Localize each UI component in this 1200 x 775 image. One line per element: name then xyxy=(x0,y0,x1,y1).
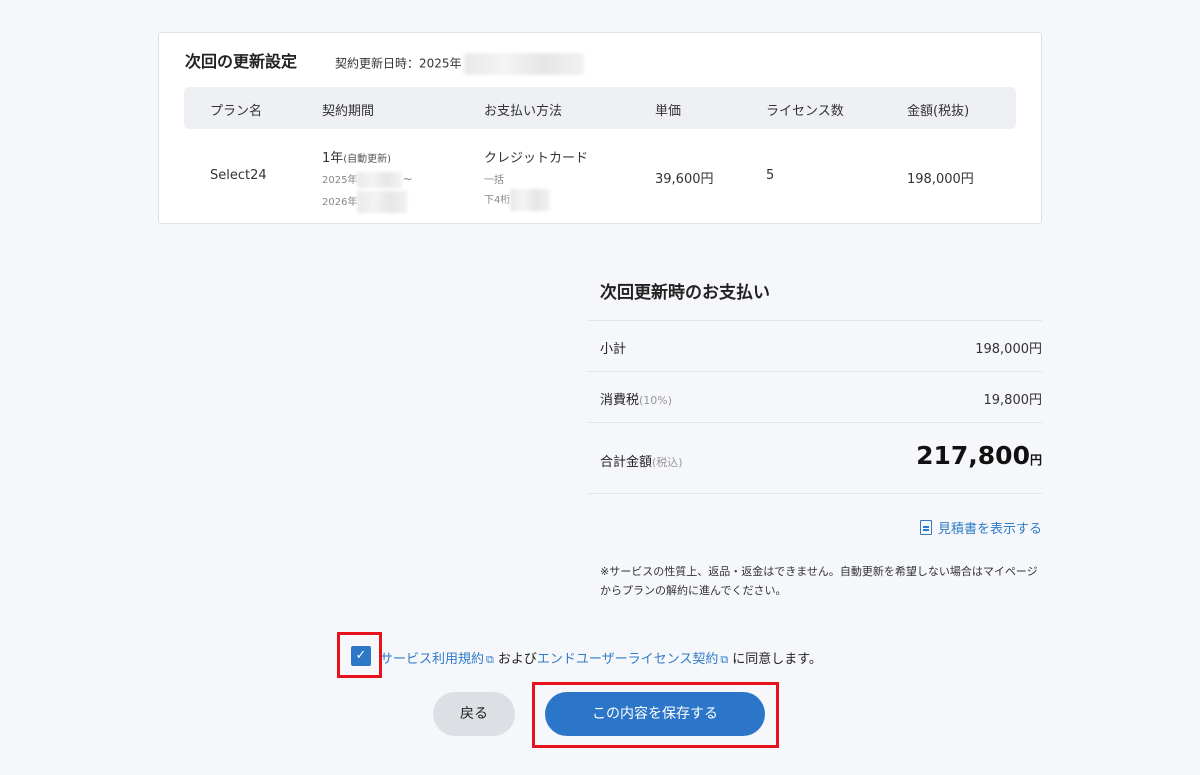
highlight-box-save xyxy=(532,682,779,748)
card-last4-label: 下4桁 xyxy=(484,195,511,206)
refund-notice: ※サービスの性質上、返品・返金はできません。自動更新を希望しない場合はマイページ… xyxy=(600,565,1038,597)
period-start-text: 2025年 xyxy=(322,175,358,186)
header-period: 契約期間 xyxy=(322,104,375,119)
tax-value: 19,800円 xyxy=(983,393,1043,408)
payment-method: クレジットカード xyxy=(484,151,589,166)
summary-title: 次回更新時のお支払い xyxy=(600,283,770,303)
tax-rate: (10%) xyxy=(639,394,673,407)
redacted-block xyxy=(510,189,551,211)
subtotal-value: 198,000円 xyxy=(975,342,1042,357)
period-cell: 1年(自動更新) xyxy=(322,147,391,166)
agreement-and: および xyxy=(497,652,537,667)
document-icon xyxy=(919,520,932,535)
external-link-icon: ⧉ xyxy=(720,653,729,666)
period-tilde: ~ xyxy=(402,172,413,186)
header-plan: プラン名 xyxy=(210,104,263,119)
external-link-icon: ⧉ xyxy=(486,653,494,666)
subtotal-row: 小計 198,000円 xyxy=(588,320,1042,371)
header-amount: 金額(税抜) xyxy=(907,104,970,119)
total-unit: 円 xyxy=(1029,453,1042,467)
highlight-box-checkbox xyxy=(337,632,382,678)
header-payment: お支払い方法 xyxy=(484,104,563,119)
redacted-block xyxy=(357,191,408,213)
header-licenses: ライセンス数 xyxy=(766,104,844,119)
eula-link[interactable]: エンドユーザーライセンス契約 xyxy=(537,652,718,667)
period-main: 1年 xyxy=(322,151,344,166)
period-end: 2026年 xyxy=(322,191,408,213)
terms-link[interactable]: サービス利用規約 xyxy=(380,652,484,667)
license-count: 5 xyxy=(766,168,775,183)
total-note: (税込) xyxy=(652,456,683,469)
tax-label: 消費税 xyxy=(600,393,640,408)
redacted-block xyxy=(357,172,403,188)
period-start: 2025年 ~ xyxy=(322,171,413,188)
period-auto: (自動更新) xyxy=(343,154,392,165)
total-value: 217,800 xyxy=(916,441,1030,470)
card-last4: 下4桁 xyxy=(484,189,551,211)
header-unit-price: 単価 xyxy=(655,104,682,119)
total-value-group: 217,800円 xyxy=(916,441,1042,470)
back-button[interactable]: 戻る xyxy=(433,692,515,736)
contract-date: 契約更新日時：2025年 xyxy=(335,53,584,75)
period-end-text: 2026年 xyxy=(322,197,358,208)
estimate-link-label: 見積書を表示する xyxy=(937,522,1042,537)
renewal-settings-card: 次回の更新設定 契約更新日時：2025年 プラン名 契約期間 お支払い方法 単価… xyxy=(158,32,1042,224)
view-estimate-link[interactable]: 見積書を表示する xyxy=(919,518,1042,537)
redacted-block xyxy=(463,53,584,75)
total-label-group: 合計金額(税込) xyxy=(600,451,683,470)
table-header: プラン名 契約期間 お支払い方法 単価 ライセンス数 金額(税抜) xyxy=(184,87,1016,129)
renewal-title: 次回の更新設定 xyxy=(185,52,298,71)
contract-date-label: 契約更新日時：2025年 xyxy=(335,56,462,71)
tax-label-group: 消費税(10%) xyxy=(600,389,672,408)
unit-price: 39,600円 xyxy=(655,172,714,187)
payment-type: 一括 xyxy=(484,175,504,186)
total-row: 合計金額(税込) 217,800円 xyxy=(588,422,1042,494)
agreement-text: サービス利用規約 ⧉ およびエンドユーザーライセンス契約 ⧉ に同意します。 xyxy=(380,648,822,667)
subtotal-label: 小計 xyxy=(600,342,627,357)
tax-row: 消費税(10%) 19,800円 xyxy=(588,371,1042,422)
agreement-suffix: に同意します。 xyxy=(732,652,822,667)
amount: 198,000円 xyxy=(907,172,974,187)
total-label: 合計金額 xyxy=(600,455,653,470)
plan-name: Select24 xyxy=(210,168,267,183)
